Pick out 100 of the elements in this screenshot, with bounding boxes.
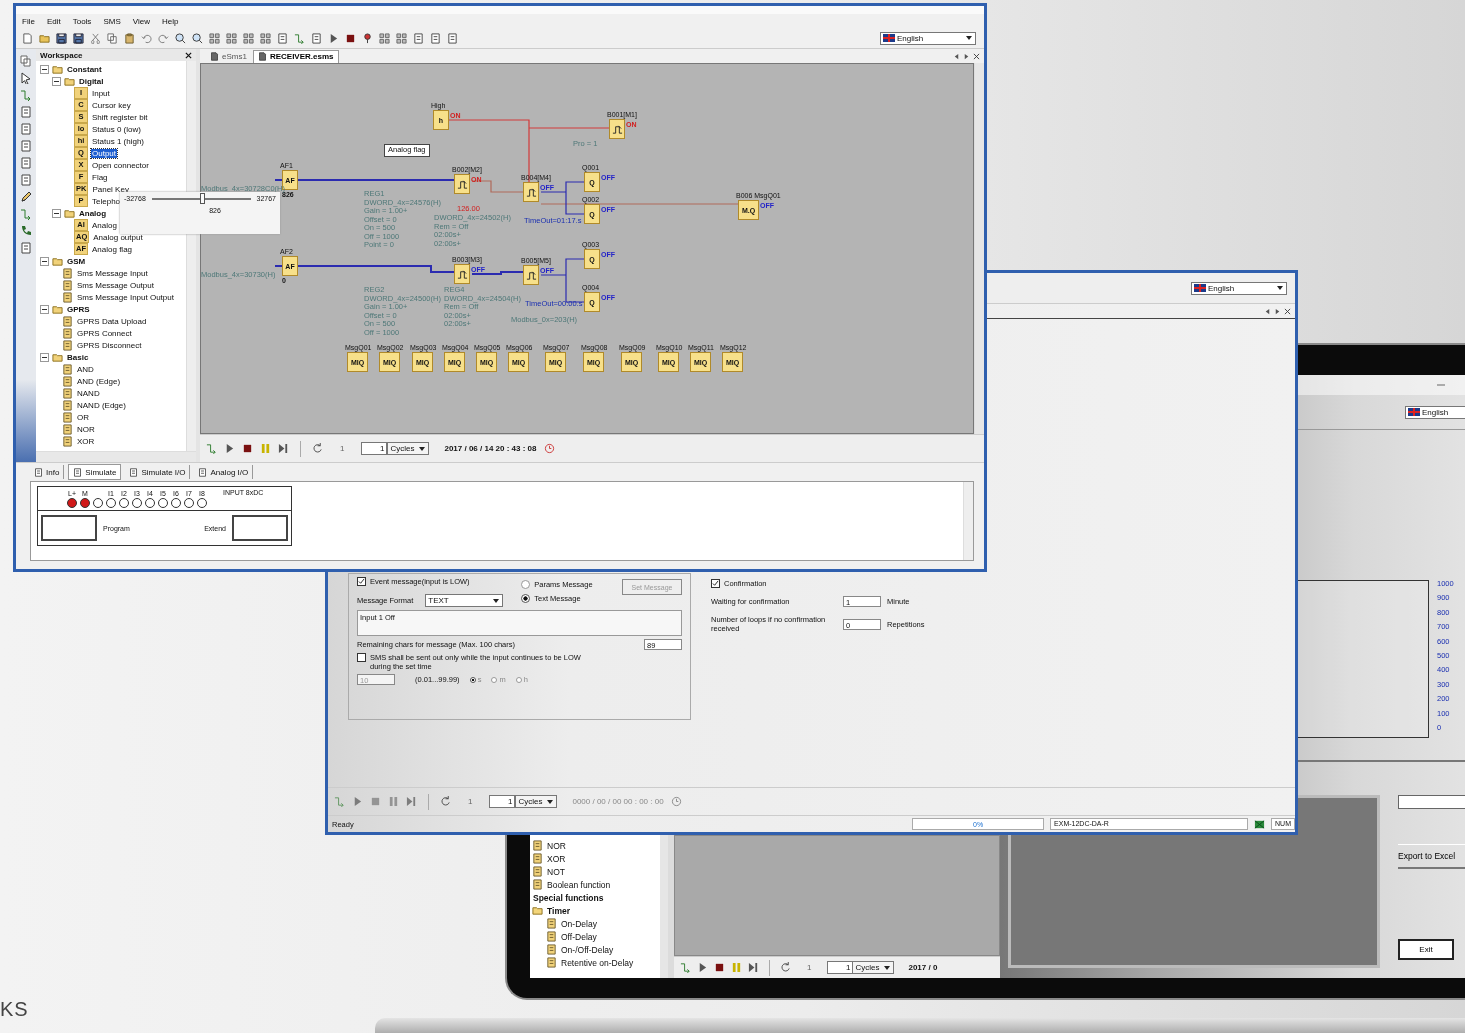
tree-item[interactable]: Timer (546, 905, 571, 916)
tree-item[interactable]: GSM (66, 256, 87, 266)
tree-item[interactable]: NAND (Edge) (76, 400, 127, 410)
input-field[interactable] (1398, 795, 1465, 809)
tree-item[interactable]: NOT (546, 866, 566, 877)
tree-item[interactable]: Analog output (92, 232, 144, 242)
minus-box-icon[interactable] (40, 64, 49, 74)
left-arrow-icon[interactable] (1264, 307, 1271, 315)
tree-item[interactable]: Basic (66, 352, 90, 362)
menu-item[interactable]: Tools (72, 16, 92, 26)
cycles-field[interactable]: 1 (489, 795, 516, 808)
tree-item[interactable]: Flag (91, 172, 109, 182)
tree-item[interactable]: Analog (91, 220, 118, 230)
input-led[interactable] (80, 498, 90, 508)
wire-icon[interactable] (206, 443, 217, 454)
input-led[interactable] (158, 498, 168, 508)
tree-item[interactable]: Status 1 (high) (91, 136, 146, 146)
tree-item[interactable]: Digital (78, 76, 105, 86)
block-icon[interactable] (20, 174, 32, 186)
tree-item[interactable]: Analog (78, 208, 108, 218)
block-icon[interactable] (277, 32, 288, 44)
function-block[interactable] (454, 174, 470, 194)
menu-item[interactable]: File (22, 16, 35, 26)
circular-arrow-icon[interactable] (312, 443, 323, 454)
tree-item[interactable]: GPRS (66, 304, 91, 314)
language-dropdown[interactable]: English (1405, 405, 1465, 419)
menu-item[interactable]: View (132, 16, 150, 26)
left-arrow-icon[interactable] (953, 52, 960, 60)
play-icon[interactable] (352, 796, 363, 807)
checkbox[interactable] (357, 653, 366, 662)
tree-item[interactable]: Status 0 (low) (91, 124, 142, 134)
format-dropdown[interactable]: TEXT (425, 594, 504, 607)
curve-left-icon[interactable] (141, 32, 152, 44)
circular-arrow-icon[interactable] (780, 962, 791, 973)
menu-item[interactable]: Help (161, 16, 179, 26)
radio-button[interactable] (521, 594, 531, 603)
magnifier-icon[interactable] (192, 32, 203, 44)
close-icon[interactable] (1284, 307, 1291, 315)
tree-item[interactable]: Sms Message Input Output (76, 292, 175, 302)
right-arrow-icon[interactable] (1274, 307, 1281, 315)
clipboard-icon[interactable] (124, 32, 135, 44)
pencil-icon[interactable] (20, 191, 32, 203)
cycles-dropdown[interactable]: Cycles (852, 961, 895, 974)
input-led[interactable] (119, 498, 129, 508)
step-icon[interactable] (278, 443, 289, 454)
scrollbar[interactable] (974, 63, 984, 434)
tree-item[interactable]: Cursor key (91, 100, 132, 110)
tree-item[interactable]: Off-Delay (560, 931, 598, 942)
scrollbar[interactable] (963, 482, 973, 560)
cycles-field[interactable]: 1 (827, 961, 854, 974)
grid-icon[interactable] (226, 32, 237, 44)
minus-box-icon[interactable] (40, 352, 49, 362)
export-button[interactable]: Export to Excel (1398, 844, 1465, 869)
input-led[interactable] (93, 498, 103, 508)
input-led[interactable] (197, 498, 207, 508)
tree-item[interactable]: Sms Message Input (76, 268, 149, 278)
close-icon[interactable] (973, 52, 980, 60)
tree-item[interactable]: On-/Off-Delay (560, 944, 615, 955)
grid-icon[interactable] (379, 32, 390, 44)
pointer-icon[interactable] (20, 72, 32, 84)
minus-box-icon[interactable] (40, 304, 49, 314)
tree-item[interactable]: Panel Key (91, 184, 130, 194)
tree-item[interactable]: XOR (76, 436, 96, 446)
input-led[interactable] (67, 498, 77, 508)
right-arrow-icon[interactable] (963, 52, 970, 60)
close-icon[interactable] (185, 51, 192, 59)
panel-tab[interactable]: Analog I/O (194, 465, 254, 479)
radio-button[interactable] (521, 580, 531, 589)
scissors-icon[interactable] (90, 32, 101, 44)
function-block[interactable] (609, 119, 625, 139)
checkbox[interactable] (711, 579, 720, 588)
block-icon[interactable] (413, 32, 424, 44)
minus-box-icon[interactable] (52, 76, 61, 86)
input-led[interactable] (106, 498, 116, 508)
block-icon[interactable] (20, 140, 32, 152)
grid-icon[interactable] (243, 32, 254, 44)
wire-icon[interactable] (20, 89, 32, 101)
wire-icon[interactable] (20, 208, 32, 220)
menu-item[interactable]: Edit (46, 16, 61, 26)
tree-item[interactable]: NAND (76, 388, 101, 398)
curve-right-icon[interactable] (158, 32, 169, 44)
function-block[interactable] (523, 182, 539, 202)
input-led[interactable] (184, 498, 194, 508)
cycles-dropdown[interactable]: Cycles (515, 795, 558, 808)
panel-tab[interactable]: Simulate I/O (125, 465, 191, 479)
tree-item[interactable]: Sms Message Output (76, 280, 155, 290)
tree-item[interactable]: GPRS Disconnect (76, 340, 143, 350)
radio-button[interactable] (469, 676, 476, 683)
minus-box-icon[interactable] (40, 256, 49, 266)
wire-icon[interactable] (294, 32, 305, 44)
input-led[interactable] (171, 498, 181, 508)
block-icon[interactable] (20, 106, 32, 118)
block-icon[interactable] (311, 32, 322, 44)
document-tab[interactable]: RECEIVER.esms (252, 49, 339, 63)
scrollbar[interactable] (36, 451, 196, 462)
tree-item[interactable]: Telepho (91, 196, 122, 206)
block-icon[interactable] (447, 32, 458, 44)
tree-item[interactable]: On-Delay (560, 918, 598, 929)
block-icon[interactable] (20, 123, 32, 135)
input-led[interactable] (132, 498, 142, 508)
